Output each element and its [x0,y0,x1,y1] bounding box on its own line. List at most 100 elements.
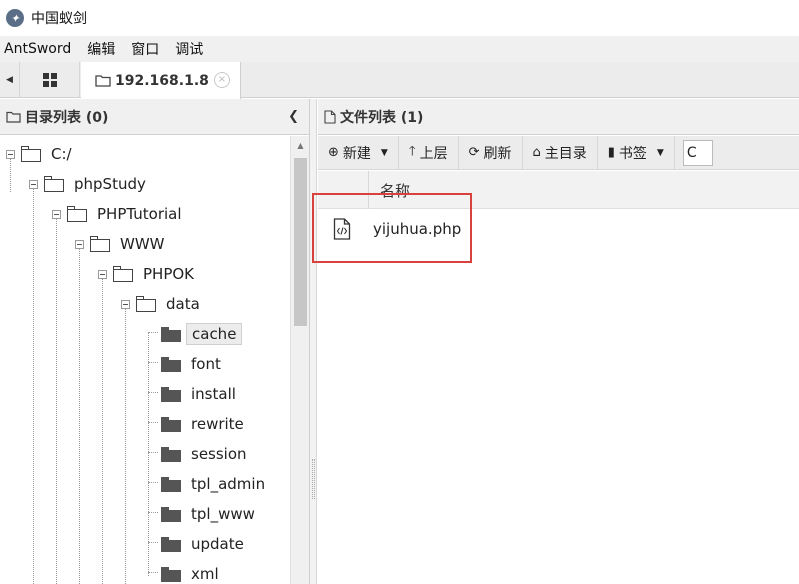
folder-icon [6,111,21,123]
file-panel-header: 文件列表 (1) [318,99,799,135]
tab-scroll-left-icon[interactable]: ◀ [0,62,20,98]
tree-node-phpok[interactable]: PHPOK [98,262,199,286]
tab-shell-session[interactable]: 192.168.1.8 × [81,62,241,99]
up-level-label: 上层 [419,145,448,162]
panel-splitter[interactable] [310,99,317,584]
splitter-grip[interactable] [312,459,315,499]
folder-icon [161,386,181,402]
folder-icon [161,536,181,552]
collapse-toggle-icon[interactable] [121,299,130,309]
grid-icon [42,73,57,87]
tree-node-c-drive[interactable]: C:/ [6,142,77,166]
folder-icon [161,326,181,342]
tree-node-phpstudy[interactable]: phpStudy [29,172,151,196]
new-button-label: 新建 [342,145,371,162]
home-dir-button[interactable]: ⌂ 主目录 [523,135,598,170]
folder-icon [161,506,181,522]
tree-node-font[interactable]: font [161,352,226,376]
tree-scrollbar[interactable]: ▲ [290,136,309,584]
tree-node-label: PHPOK [143,265,195,283]
close-icon[interactable]: × [214,72,230,88]
tree-node-install[interactable]: install [161,382,241,406]
collapse-toggle-icon[interactable] [52,209,61,219]
path-input[interactable]: C [682,139,713,166]
tree-node-label: rewrite [191,415,244,433]
php-file-icon [333,218,351,240]
tree-node-tpl-www[interactable]: tpl_www [161,502,260,526]
tree-node-label: tpl_www [191,505,255,523]
tab-bar: ◀ 192.168.1.8 × [0,62,799,99]
menu-edit[interactable]: 编辑 [83,39,119,59]
scroll-up-arrow-icon[interactable]: ▲ [291,136,310,154]
tree-node-www[interactable]: WWW [75,232,170,256]
menu-antsword[interactable]: AntSword [0,41,75,57]
chevron-left-icon[interactable]: ❮ [288,109,299,124]
bookmark-button[interactable]: ▮ 书签 ▼ [598,135,675,170]
folder-icon [161,356,181,372]
file-row[interactable]: yijuhua.php [318,210,799,248]
tree-node-label: update [191,535,244,553]
tree-node-label: WWW [120,235,165,253]
refresh-icon: ⟳ [468,145,480,160]
tree-node-label: phpStudy [74,175,146,193]
home-dir-label: 主目录 [544,145,587,162]
tree-node-label: data [166,295,200,313]
tree-node-label: tpl_admin [191,475,266,493]
folder-open-icon [67,206,87,222]
plus-circle-icon: ⊕ [328,145,339,160]
file-toolbar: ⊕ 新建 ▼ 🡑 上层 ⟳ 刷新 ⌂ 主目录 ▮ 书签 ▼ C [318,135,799,170]
file-name: yijuhua.php [373,220,462,238]
tree-node-data[interactable]: data [121,292,205,316]
tree-node-xml[interactable]: xml [161,562,224,584]
folder-icon [161,446,181,462]
title-bar: ✦ 中国蚁剑 [0,0,799,36]
bookmark-icon: ▮ [607,145,615,160]
menu-bar: AntSword 编辑 窗口 调试 [0,36,799,62]
file-panel-title: 文件列表 (1) [340,109,424,126]
folder-open-icon [113,266,133,282]
collapse-toggle-icon[interactable] [6,149,15,159]
folder-open-icon [136,296,156,312]
tree-node-rewrite[interactable]: rewrite [161,412,249,436]
caret-down-icon: ▼ [380,147,388,158]
collapse-toggle-icon[interactable] [98,269,107,279]
scrollbar-thumb[interactable] [294,158,307,326]
folder-open-icon [44,176,64,192]
up-level-button[interactable]: 🡑 上层 [399,135,459,170]
tab-home-grid[interactable] [20,62,80,98]
tree-node-update[interactable]: update [161,532,249,556]
folder-icon [161,476,181,492]
tree-node-cache[interactable]: cache [161,322,243,346]
collapse-toggle-icon[interactable] [29,179,38,189]
tree-node-tpl-admin[interactable]: tpl_admin [161,472,270,496]
column-separator [368,171,369,209]
file-icon [324,109,336,124]
directory-panel-header: 目录列表 (0) ❮ [0,99,309,135]
tree-node-session[interactable]: session [161,442,252,466]
directory-panel: 目录列表 (0) ❮ C:/ phpStudy PHPTutorial WWW … [0,99,310,584]
tree-node-label: font [191,355,221,373]
folder-icon [161,416,181,432]
directory-panel-title: 目录列表 (0) [25,109,109,126]
file-grid-header: 名称 [318,171,799,209]
home-icon: ⌂ [532,145,541,160]
tree-node-label: PHPTutorial [97,205,182,223]
menu-debug[interactable]: 调试 [171,39,207,59]
refresh-button[interactable]: ⟳ 刷新 [459,135,523,170]
refresh-label: 刷新 [483,145,512,162]
menu-window[interactable]: 窗口 [127,39,163,59]
antsword-logo-icon: ✦ [6,9,24,27]
folder-icon [95,75,111,87]
tree-node-phptutorial[interactable]: PHPTutorial [52,202,187,226]
directory-tree: C:/ phpStudy PHPTutorial WWW PHPOK data [0,136,290,584]
caret-down-icon: ▼ [656,147,664,158]
column-header-name[interactable]: 名称 [380,180,410,201]
new-button[interactable]: ⊕ 新建 ▼ [318,135,399,170]
folder-open-icon [21,146,41,162]
arrow-up-icon: 🡑 [408,143,416,159]
tree-node-label: xml [191,565,219,583]
tree-node-label: cache [186,323,243,345]
folder-icon [161,566,181,582]
collapse-toggle-icon[interactable] [75,239,84,249]
bookmark-label: 书签 [618,145,647,162]
